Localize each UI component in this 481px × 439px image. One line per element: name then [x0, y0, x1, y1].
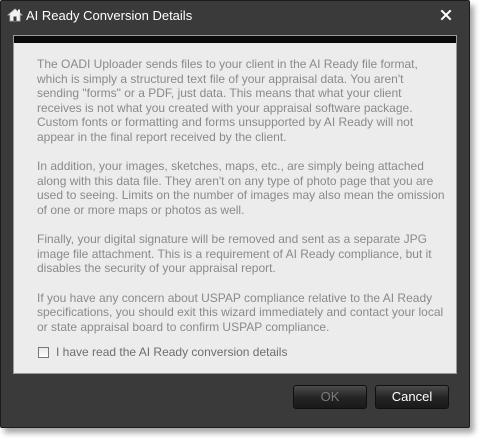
- details-panel: The OADI Uploader sends files to your cl…: [13, 35, 457, 374]
- read-confirmation-checkbox[interactable]: [38, 346, 49, 358]
- ok-button[interactable]: OK: [293, 385, 367, 409]
- close-icon: [440, 9, 452, 21]
- paragraph-uspap: If you have any concern about USPAP comp…: [37, 290, 444, 334]
- paragraph-images: In addition, your images, sketches, maps…: [37, 159, 445, 217]
- paragraph-signature: Finally, your digital signature will be …: [37, 232, 432, 276]
- app-icon: [6, 7, 24, 23]
- window-title: AI Ready Conversion Details: [26, 8, 193, 23]
- cancel-button[interactable]: Cancel: [375, 385, 449, 409]
- details-text: The OADI Uploader sends files to your cl…: [37, 57, 445, 349]
- read-confirmation-label[interactable]: I have read the AI Ready conversion deta…: [56, 345, 287, 359]
- panel-header-bar: [14, 36, 456, 43]
- read-confirmation-row[interactable]: I have read the AI Ready conversion deta…: [38, 344, 287, 360]
- paragraph-format: The OADI Uploader sends files to your cl…: [37, 57, 418, 144]
- close-button[interactable]: [437, 6, 455, 24]
- title-bar[interactable]: AI Ready Conversion Details: [1, 1, 469, 31]
- dialog-window: AI Ready Conversion Details The OADI Upl…: [0, 0, 470, 428]
